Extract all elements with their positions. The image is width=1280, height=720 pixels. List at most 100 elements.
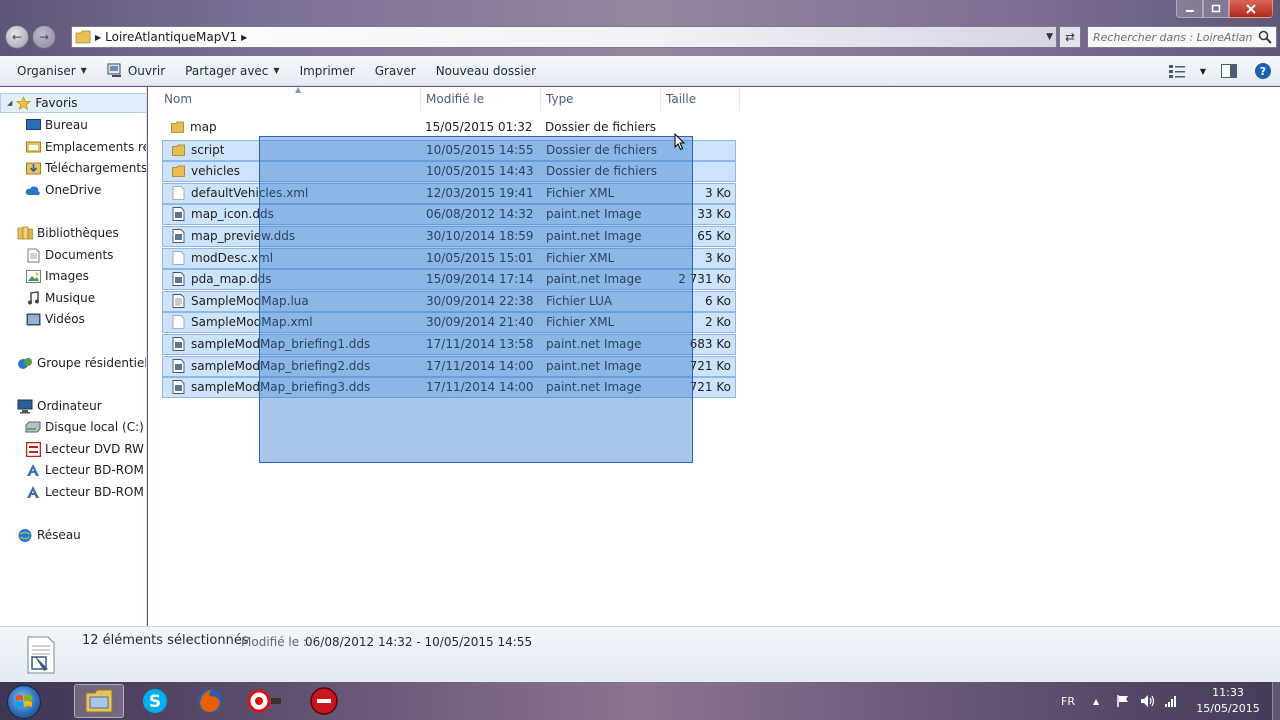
change-view-button[interactable]	[1160, 59, 1194, 83]
nav-label: Groupe résidentiel	[37, 356, 147, 370]
nav-onedrive[interactable]: OneDrive	[25, 180, 101, 200]
column-header-modified[interactable]: Modifié le	[420, 87, 541, 111]
maximize-button[interactable]	[1203, 0, 1229, 18]
nav-label: Téléchargements	[45, 161, 147, 175]
file-name: map	[190, 120, 217, 134]
show-desktop-button[interactable]	[1272, 682, 1280, 720]
breadcrumb-separator-icon[interactable]: ▶	[241, 33, 247, 42]
title-bar: ← → ▶ LoireAtlantiqueMapV1 ▶ ▼ ⇄	[0, 0, 1280, 56]
xml-file-icon	[172, 315, 185, 330]
organize-button[interactable]: Organiser ▼	[7, 59, 97, 83]
tray-volume[interactable]	[1140, 682, 1156, 720]
file-modified: 15/05/2015 01:32	[425, 120, 533, 134]
file-type: Dossier de fichiers	[545, 120, 657, 134]
tray-expand-button[interactable]: ▲	[1093, 682, 1099, 720]
column-header-size[interactable]: Taille	[660, 87, 740, 111]
back-button[interactable]: ←	[5, 25, 29, 49]
image-file-icon	[172, 358, 185, 373]
nav-downloads[interactable]: Téléchargements	[25, 158, 147, 178]
file-list: Nom ▲ Modifié le Type Taille map 15/05/20…	[148, 85, 1280, 626]
explorer-icon	[85, 689, 113, 713]
tray-network[interactable]	[1164, 682, 1178, 720]
column-label: Modifié le	[426, 92, 485, 106]
desktop-icon	[25, 117, 41, 133]
help-button[interactable]: ?	[1246, 59, 1280, 83]
print-button[interactable]: Imprimer	[290, 59, 365, 83]
dvd-drive-icon	[25, 441, 41, 457]
preview-pane-button[interactable]	[1212, 59, 1246, 83]
address-bar[interactable]: ▶ LoireAtlantiqueMapV1 ▶ ▼	[71, 26, 1057, 48]
nav-libraries[interactable]: Bibliothèques	[17, 223, 119, 243]
nav-favorites[interactable]: ◢ Favoris	[0, 93, 146, 113]
homegroup-icon	[17, 355, 33, 371]
taskbar-explorer[interactable]	[74, 684, 124, 718]
nav-label: Lecteur DVD RW (I	[45, 442, 147, 456]
nav-bd-drive-1[interactable]: Lecteur BD-ROM (I	[25, 460, 146, 480]
forward-button[interactable]: →	[32, 25, 56, 49]
breadcrumb-current[interactable]: LoireAtlantiqueMapV1	[105, 30, 237, 44]
search-input[interactable]	[1093, 30, 1253, 44]
nav-disk-c[interactable]: Disque local (C:)	[25, 417, 144, 437]
minimize-button[interactable]	[1176, 0, 1203, 18]
burn-button[interactable]: Graver	[365, 59, 426, 83]
folder-icon	[75, 30, 91, 44]
record-app-icon	[247, 689, 281, 713]
new-folder-label: Nouveau dossier	[435, 63, 536, 78]
chevron-down-icon: ▼	[273, 66, 280, 75]
column-header-name[interactable]: Nom ▲	[158, 85, 421, 111]
refresh-button[interactable]: ⇄	[1059, 26, 1081, 48]
nav-homegroup[interactable]: Groupe résidentiel	[17, 353, 147, 373]
file-name-cell: script	[172, 143, 224, 157]
column-header-type[interactable]: Type	[540, 87, 661, 111]
new-folder-button[interactable]: Nouveau dossier	[426, 59, 546, 83]
tray-action-center[interactable]	[1116, 682, 1130, 720]
nav-music[interactable]: Musique	[25, 288, 95, 308]
nav-label: Favoris	[35, 96, 78, 110]
folder-icon	[171, 120, 184, 134]
file-size: 721 Ko	[689, 358, 731, 373]
open-label: Ouvrir	[127, 63, 166, 78]
taskbar-recorder[interactable]	[240, 684, 290, 718]
nav-label: Vidéos	[45, 312, 85, 326]
expand-icon[interactable]: ◢	[7, 99, 12, 107]
downloads-icon	[25, 160, 41, 176]
nav-documents[interactable]: Documents	[25, 245, 113, 265]
breadcrumb-separator-icon[interactable]: ▶	[95, 33, 101, 42]
command-bar: Organiser ▼ Ouvrir Partager avec ▼ Impri…	[0, 56, 1280, 86]
star-icon	[15, 95, 31, 111]
nav-bd-drive-2[interactable]: Lecteur BD-ROM (I	[25, 482, 146, 502]
nav-desktop[interactable]: Bureau	[25, 115, 88, 135]
share-button[interactable]: Partager avec ▼	[175, 59, 289, 83]
recent-places-icon	[25, 139, 41, 155]
nav-network[interactable]: Réseau	[17, 525, 81, 545]
file-name: script	[191, 142, 225, 157]
firefox-icon	[198, 689, 222, 713]
search-box[interactable]	[1087, 26, 1277, 48]
nav-dvd-drive[interactable]: Lecteur DVD RW (I	[25, 439, 147, 459]
taskbar-firefox[interactable]	[185, 684, 235, 718]
language-indicator[interactable]: FR	[1061, 682, 1075, 720]
start-button[interactable]	[7, 685, 41, 719]
speaker-icon	[1141, 695, 1155, 707]
file-size: 6 Ko	[704, 293, 731, 308]
nav-images[interactable]: Images	[25, 266, 89, 286]
nav-label: Disque local (C:)	[45, 420, 144, 434]
details-view-icon	[1169, 65, 1185, 78]
nav-computer[interactable]: Ordinateur	[17, 396, 102, 416]
nav-videos[interactable]: Vidéos	[25, 309, 85, 329]
nav-recent-places[interactable]: Emplacements réc	[25, 137, 146, 157]
taskbar-app-red[interactable]	[299, 684, 349, 718]
folder-icon	[172, 164, 185, 178]
language-label: FR	[1061, 694, 1075, 708]
address-dropdown-icon[interactable]: ▼	[1046, 32, 1053, 42]
clock[interactable]: 11:33 15/05/2015	[1188, 685, 1268, 717]
share-label: Partager avec	[185, 63, 269, 78]
details-pane: 12 éléments sélectionnés Modifié le : 06…	[0, 626, 1280, 682]
close-button[interactable]	[1229, 0, 1273, 18]
file-name: vehicles	[191, 164, 240, 179]
view-dropdown-button[interactable]: ▼	[1194, 59, 1212, 83]
images-icon	[25, 268, 41, 284]
print-label: Imprimer	[299, 63, 355, 78]
open-button[interactable]: Ouvrir	[97, 59, 175, 83]
taskbar-skype[interactable]: S	[130, 684, 180, 718]
